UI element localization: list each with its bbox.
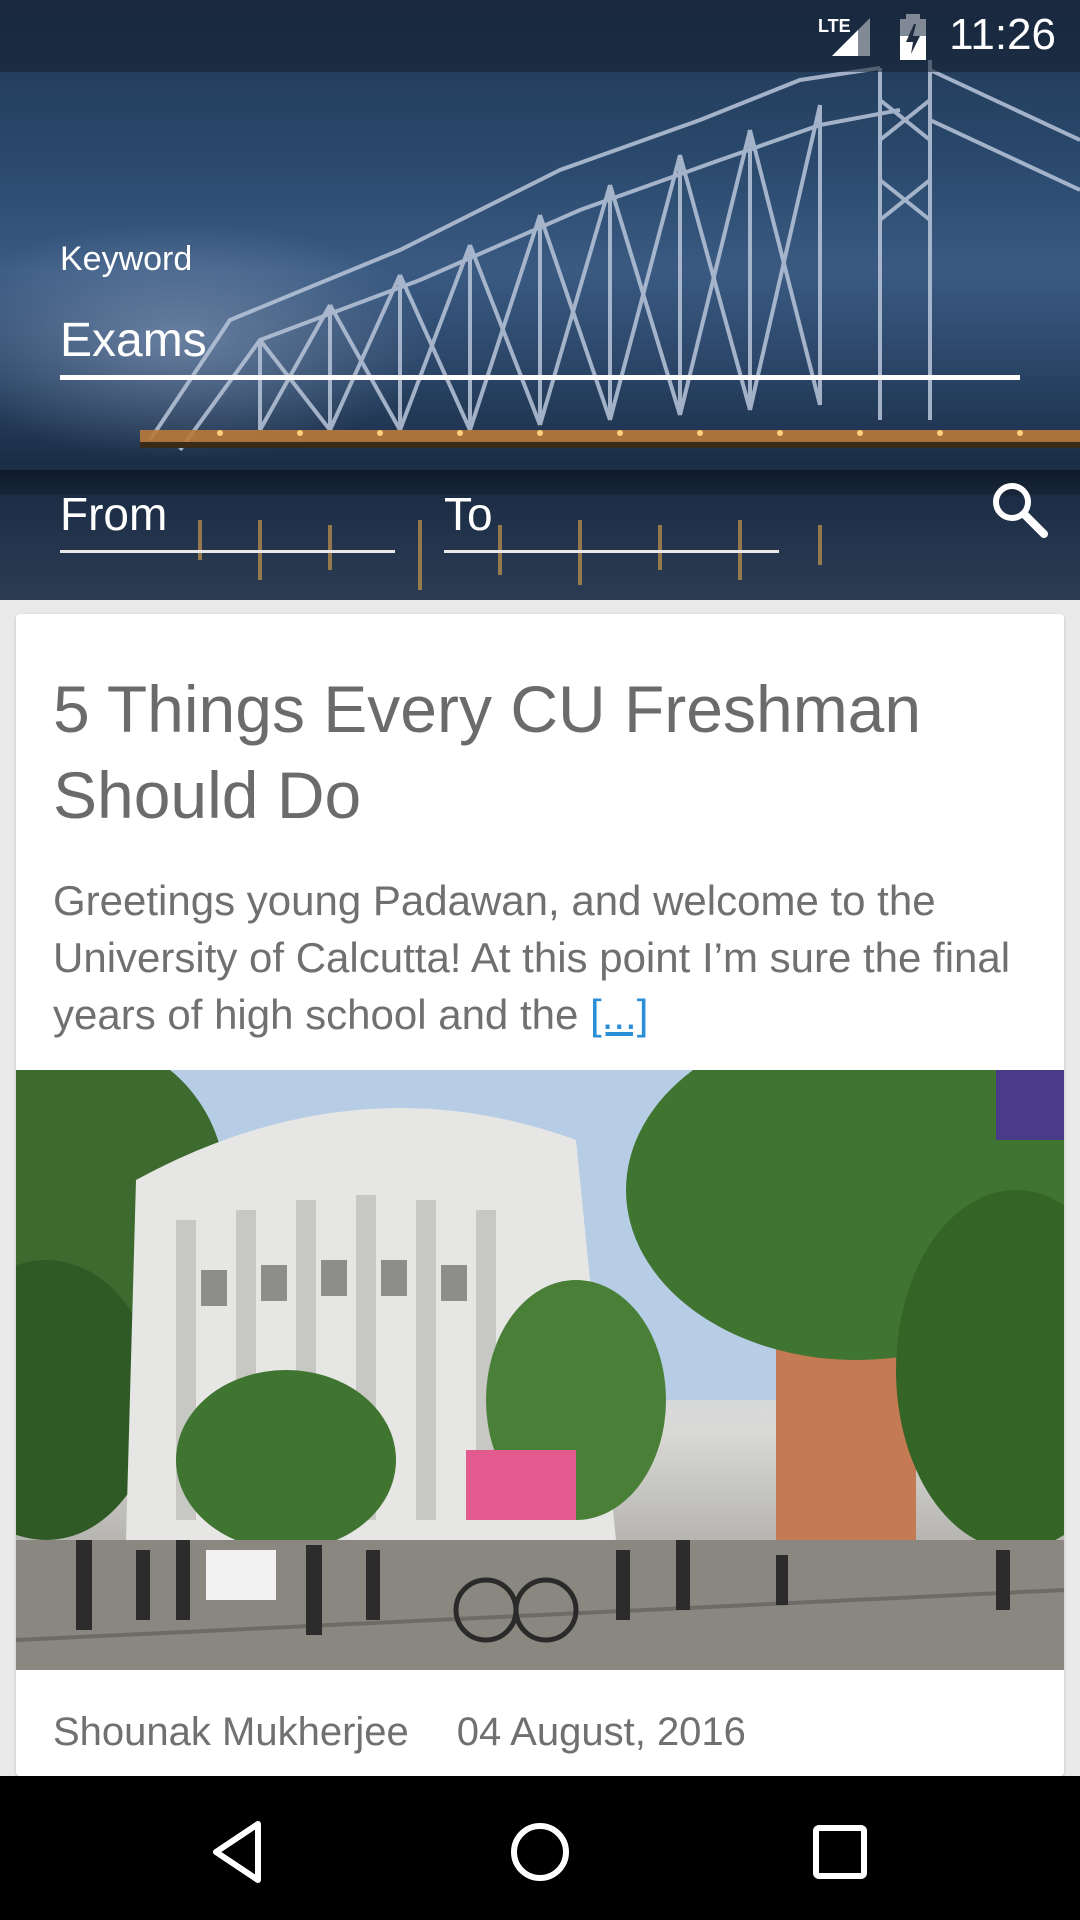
status-bar: LTE 11:26 xyxy=(0,0,1080,72)
from-date-input[interactable] xyxy=(60,478,395,553)
recents-button[interactable] xyxy=(800,1812,880,1892)
battery-charging-icon xyxy=(900,14,926,60)
recents-icon xyxy=(813,1825,867,1879)
home-button[interactable] xyxy=(500,1812,580,1892)
search-icon xyxy=(993,483,1048,538)
lte-signal-icon: LTE xyxy=(818,16,870,56)
search-button[interactable] xyxy=(988,478,1052,542)
back-button[interactable] xyxy=(200,1812,280,1892)
svg-text:LTE: LTE xyxy=(818,16,851,36)
article-date: 04 August, 2016 xyxy=(456,1710,746,1754)
keyword-input[interactable] xyxy=(60,305,1020,380)
article-meta: Shounak Mukherjee 04 August, 2016 xyxy=(53,1710,746,1755)
article-excerpt: Greetings young Padawan, and welcome to … xyxy=(53,872,1043,1043)
home-icon xyxy=(511,1823,569,1881)
article-card[interactable]: 5 Things Every CU Freshman Should Do Gre… xyxy=(16,614,1064,1776)
back-icon xyxy=(213,1821,261,1883)
article-author: Shounak Mukherjee xyxy=(53,1710,409,1754)
keyword-label: Keyword xyxy=(60,240,193,278)
system-navigation-bar xyxy=(0,1776,1080,1920)
street-building-photo xyxy=(16,1070,1064,1670)
status-time: 11:26 xyxy=(949,10,1056,59)
article-excerpt-text: Greetings young Padawan, and welcome to … xyxy=(53,877,1011,1038)
article-title[interactable]: 5 Things Every CU Freshman Should Do xyxy=(53,666,1033,838)
read-more-link[interactable]: [...] xyxy=(590,991,648,1038)
search-header: LTE 11:26 Keyword xyxy=(0,0,1080,600)
article-image[interactable] xyxy=(16,1070,1064,1670)
to-date-input[interactable] xyxy=(444,478,779,553)
